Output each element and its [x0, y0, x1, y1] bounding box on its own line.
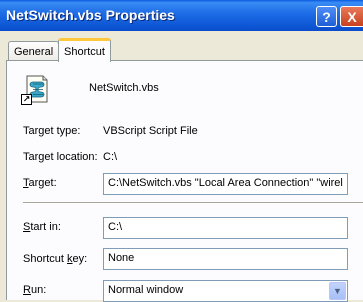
target-input[interactable]: C:\NetSwitch.vbs "Local Area Connection"…	[103, 173, 348, 195]
close-icon: X	[347, 8, 357, 25]
shortcut-key-label: Shortcut key:	[23, 253, 87, 265]
window-title: NetSwitch.vbs Properties	[6, 7, 175, 23]
shortcut-key-input[interactable]: None	[103, 248, 348, 270]
help-button[interactable]: ?	[316, 6, 337, 27]
title-bar[interactable]: NetSwitch.vbs Properties ? X	[0, 0, 363, 31]
run-select-value: Normal window	[108, 284, 184, 296]
run-select[interactable]: Normal window ▼	[103, 280, 348, 302]
close-button[interactable]: X	[340, 6, 363, 27]
shortcut-arrow-icon: ↗	[21, 94, 32, 105]
run-label-accel: R	[23, 284, 31, 296]
target-label-rest: arget:	[28, 177, 57, 189]
shortcut-key-label-text: Shortcut	[23, 253, 68, 265]
target-location-label: Target location:	[23, 151, 98, 163]
tab-shortcut-label: Shortcut	[64, 45, 105, 58]
target-type-label: Target type:	[23, 125, 81, 137]
target-type-value: VBScript Script File	[103, 125, 198, 137]
start-in-input[interactable]: C:\	[103, 217, 348, 239]
chevron-down-icon[interactable]: ▼	[329, 282, 346, 300]
shortcut-panel: ↗ NetSwitch.vbs Target type: VBScript Sc…	[6, 60, 363, 302]
shortcut-key-label-rest: ey:	[72, 253, 88, 265]
tab-strip: General Shortcut	[0, 31, 363, 62]
start-in-label: Start in:	[23, 221, 61, 233]
target-label: Target:	[23, 177, 57, 189]
run-label-rest: un:	[30, 284, 47, 296]
start-in-label-rest: tart in:	[30, 221, 61, 233]
tab-general-label: General	[14, 45, 54, 58]
help-icon: ?	[322, 8, 331, 25]
separator	[23, 202, 363, 204]
target-location-value: C:\	[103, 151, 118, 163]
tab-general[interactable]: General	[8, 41, 60, 61]
tab-shortcut[interactable]: Shortcut	[58, 38, 111, 62]
vbscript-shortcut-icon: ↗	[21, 73, 53, 105]
run-label: Run:	[23, 284, 46, 296]
file-name: NetSwitch.vbs	[89, 82, 159, 94]
